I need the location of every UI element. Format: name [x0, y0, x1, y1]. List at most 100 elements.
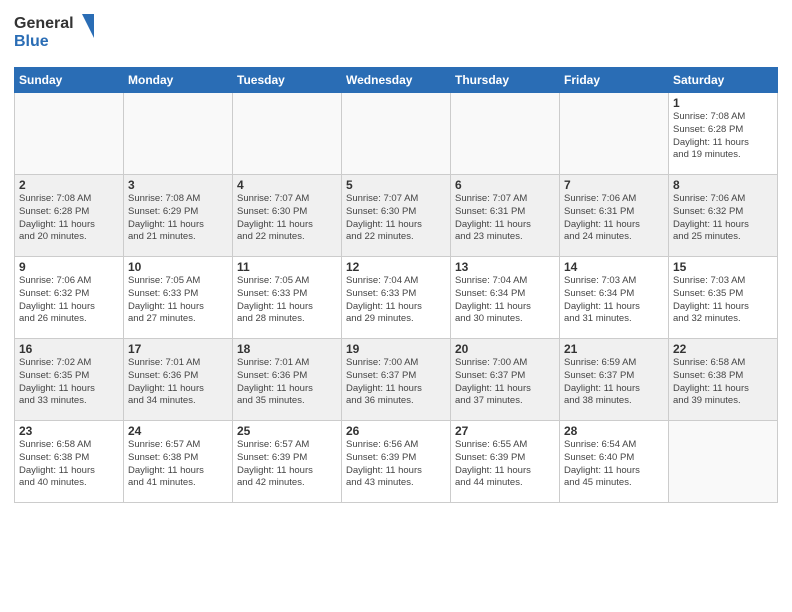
calendar-cell	[15, 93, 124, 175]
day-number: 4	[237, 178, 337, 192]
day-info: Sunrise: 7:00 AM Sunset: 6:37 PM Dayligh…	[346, 357, 446, 408]
calendar-cell: 18Sunrise: 7:01 AM Sunset: 6:36 PM Dayli…	[233, 339, 342, 421]
day-info: Sunrise: 7:01 AM Sunset: 6:36 PM Dayligh…	[128, 357, 228, 408]
calendar-cell: 6Sunrise: 7:07 AM Sunset: 6:31 PM Daylig…	[451, 175, 560, 257]
day-number: 25	[237, 424, 337, 438]
day-info: Sunrise: 7:07 AM Sunset: 6:31 PM Dayligh…	[455, 193, 555, 244]
day-number: 9	[19, 260, 119, 274]
day-number: 10	[128, 260, 228, 274]
calendar-cell: 23Sunrise: 6:58 AM Sunset: 6:38 PM Dayli…	[15, 421, 124, 503]
day-number: 1	[673, 96, 773, 110]
day-number: 12	[346, 260, 446, 274]
weekday-header-tuesday: Tuesday	[233, 68, 342, 93]
calendar-cell: 24Sunrise: 6:57 AM Sunset: 6:38 PM Dayli…	[124, 421, 233, 503]
day-info: Sunrise: 6:58 AM Sunset: 6:38 PM Dayligh…	[673, 357, 773, 408]
calendar-cell: 11Sunrise: 7:05 AM Sunset: 6:33 PM Dayli…	[233, 257, 342, 339]
day-info: Sunrise: 7:02 AM Sunset: 6:35 PM Dayligh…	[19, 357, 119, 408]
day-number: 27	[455, 424, 555, 438]
calendar-cell: 8Sunrise: 7:06 AM Sunset: 6:32 PM Daylig…	[669, 175, 778, 257]
day-number: 6	[455, 178, 555, 192]
calendar-cell: 25Sunrise: 6:57 AM Sunset: 6:39 PM Dayli…	[233, 421, 342, 503]
day-number: 16	[19, 342, 119, 356]
calendar-cell: 5Sunrise: 7:07 AM Sunset: 6:30 PM Daylig…	[342, 175, 451, 257]
calendar-week-row: 2Sunrise: 7:08 AM Sunset: 6:28 PM Daylig…	[15, 175, 778, 257]
day-info: Sunrise: 7:03 AM Sunset: 6:34 PM Dayligh…	[564, 275, 664, 326]
day-info: Sunrise: 7:06 AM Sunset: 6:31 PM Dayligh…	[564, 193, 664, 244]
calendar-week-row: 23Sunrise: 6:58 AM Sunset: 6:38 PM Dayli…	[15, 421, 778, 503]
calendar-cell: 22Sunrise: 6:58 AM Sunset: 6:38 PM Dayli…	[669, 339, 778, 421]
day-number: 5	[346, 178, 446, 192]
day-number: 18	[237, 342, 337, 356]
day-info: Sunrise: 6:56 AM Sunset: 6:39 PM Dayligh…	[346, 439, 446, 490]
calendar-cell: 1Sunrise: 7:08 AM Sunset: 6:28 PM Daylig…	[669, 93, 778, 175]
day-info: Sunrise: 7:07 AM Sunset: 6:30 PM Dayligh…	[237, 193, 337, 244]
calendar-cell: 17Sunrise: 7:01 AM Sunset: 6:36 PM Dayli…	[124, 339, 233, 421]
day-info: Sunrise: 7:01 AM Sunset: 6:36 PM Dayligh…	[237, 357, 337, 408]
calendar-cell: 12Sunrise: 7:04 AM Sunset: 6:33 PM Dayli…	[342, 257, 451, 339]
day-info: Sunrise: 7:05 AM Sunset: 6:33 PM Dayligh…	[237, 275, 337, 326]
weekday-header-thursday: Thursday	[451, 68, 560, 93]
day-number: 20	[455, 342, 555, 356]
calendar-cell: 4Sunrise: 7:07 AM Sunset: 6:30 PM Daylig…	[233, 175, 342, 257]
svg-text:General: General	[14, 15, 74, 32]
calendar-cell: 7Sunrise: 7:06 AM Sunset: 6:31 PM Daylig…	[560, 175, 669, 257]
day-info: Sunrise: 7:04 AM Sunset: 6:34 PM Dayligh…	[455, 275, 555, 326]
day-number: 17	[128, 342, 228, 356]
day-number: 11	[237, 260, 337, 274]
logo: General Blue	[14, 10, 104, 59]
calendar-cell: 2Sunrise: 7:08 AM Sunset: 6:28 PM Daylig…	[15, 175, 124, 257]
day-info: Sunrise: 6:54 AM Sunset: 6:40 PM Dayligh…	[564, 439, 664, 490]
day-info: Sunrise: 6:58 AM Sunset: 6:38 PM Dayligh…	[19, 439, 119, 490]
calendar-cell: 26Sunrise: 6:56 AM Sunset: 6:39 PM Dayli…	[342, 421, 451, 503]
weekday-header-saturday: Saturday	[669, 68, 778, 93]
day-number: 22	[673, 342, 773, 356]
day-info: Sunrise: 7:06 AM Sunset: 6:32 PM Dayligh…	[673, 193, 773, 244]
page: General Blue SundayMondayTuesdayWednesda…	[0, 0, 792, 612]
calendar-cell: 15Sunrise: 7:03 AM Sunset: 6:35 PM Dayli…	[669, 257, 778, 339]
day-info: Sunrise: 6:57 AM Sunset: 6:38 PM Dayligh…	[128, 439, 228, 490]
calendar-table: SundayMondayTuesdayWednesdayThursdayFrid…	[14, 67, 778, 503]
day-info: Sunrise: 7:04 AM Sunset: 6:33 PM Dayligh…	[346, 275, 446, 326]
calendar-cell: 28Sunrise: 6:54 AM Sunset: 6:40 PM Dayli…	[560, 421, 669, 503]
day-info: Sunrise: 7:08 AM Sunset: 6:28 PM Dayligh…	[19, 193, 119, 244]
day-number: 23	[19, 424, 119, 438]
day-number: 8	[673, 178, 773, 192]
calendar-week-row: 16Sunrise: 7:02 AM Sunset: 6:35 PM Dayli…	[15, 339, 778, 421]
day-info: Sunrise: 7:07 AM Sunset: 6:30 PM Dayligh…	[346, 193, 446, 244]
day-info: Sunrise: 7:05 AM Sunset: 6:33 PM Dayligh…	[128, 275, 228, 326]
calendar-cell	[233, 93, 342, 175]
calendar-cell	[124, 93, 233, 175]
header: General Blue	[14, 10, 778, 59]
day-number: 3	[128, 178, 228, 192]
calendar-cell: 16Sunrise: 7:02 AM Sunset: 6:35 PM Dayli…	[15, 339, 124, 421]
day-info: Sunrise: 7:06 AM Sunset: 6:32 PM Dayligh…	[19, 275, 119, 326]
day-number: 21	[564, 342, 664, 356]
calendar-cell	[451, 93, 560, 175]
day-number: 13	[455, 260, 555, 274]
svg-text:Blue: Blue	[14, 33, 49, 50]
day-number: 28	[564, 424, 664, 438]
day-info: Sunrise: 6:55 AM Sunset: 6:39 PM Dayligh…	[455, 439, 555, 490]
day-number: 15	[673, 260, 773, 274]
day-number: 26	[346, 424, 446, 438]
calendar-cell: 20Sunrise: 7:00 AM Sunset: 6:37 PM Dayli…	[451, 339, 560, 421]
calendar-week-row: 1Sunrise: 7:08 AM Sunset: 6:28 PM Daylig…	[15, 93, 778, 175]
day-info: Sunrise: 7:08 AM Sunset: 6:29 PM Dayligh…	[128, 193, 228, 244]
day-info: Sunrise: 7:08 AM Sunset: 6:28 PM Dayligh…	[673, 111, 773, 162]
calendar-cell	[560, 93, 669, 175]
day-number: 19	[346, 342, 446, 356]
day-number: 2	[19, 178, 119, 192]
logo-text-block: General Blue	[14, 10, 104, 59]
day-info: Sunrise: 7:00 AM Sunset: 6:37 PM Dayligh…	[455, 357, 555, 408]
day-number: 24	[128, 424, 228, 438]
calendar-cell: 27Sunrise: 6:55 AM Sunset: 6:39 PM Dayli…	[451, 421, 560, 503]
calendar-cell: 14Sunrise: 7:03 AM Sunset: 6:34 PM Dayli…	[560, 257, 669, 339]
calendar-cell: 13Sunrise: 7:04 AM Sunset: 6:34 PM Dayli…	[451, 257, 560, 339]
day-number: 14	[564, 260, 664, 274]
weekday-header-sunday: Sunday	[15, 68, 124, 93]
weekday-header-wednesday: Wednesday	[342, 68, 451, 93]
day-info: Sunrise: 6:57 AM Sunset: 6:39 PM Dayligh…	[237, 439, 337, 490]
calendar-week-row: 9Sunrise: 7:06 AM Sunset: 6:32 PM Daylig…	[15, 257, 778, 339]
calendar-cell: 21Sunrise: 6:59 AM Sunset: 6:37 PM Dayli…	[560, 339, 669, 421]
day-number: 7	[564, 178, 664, 192]
